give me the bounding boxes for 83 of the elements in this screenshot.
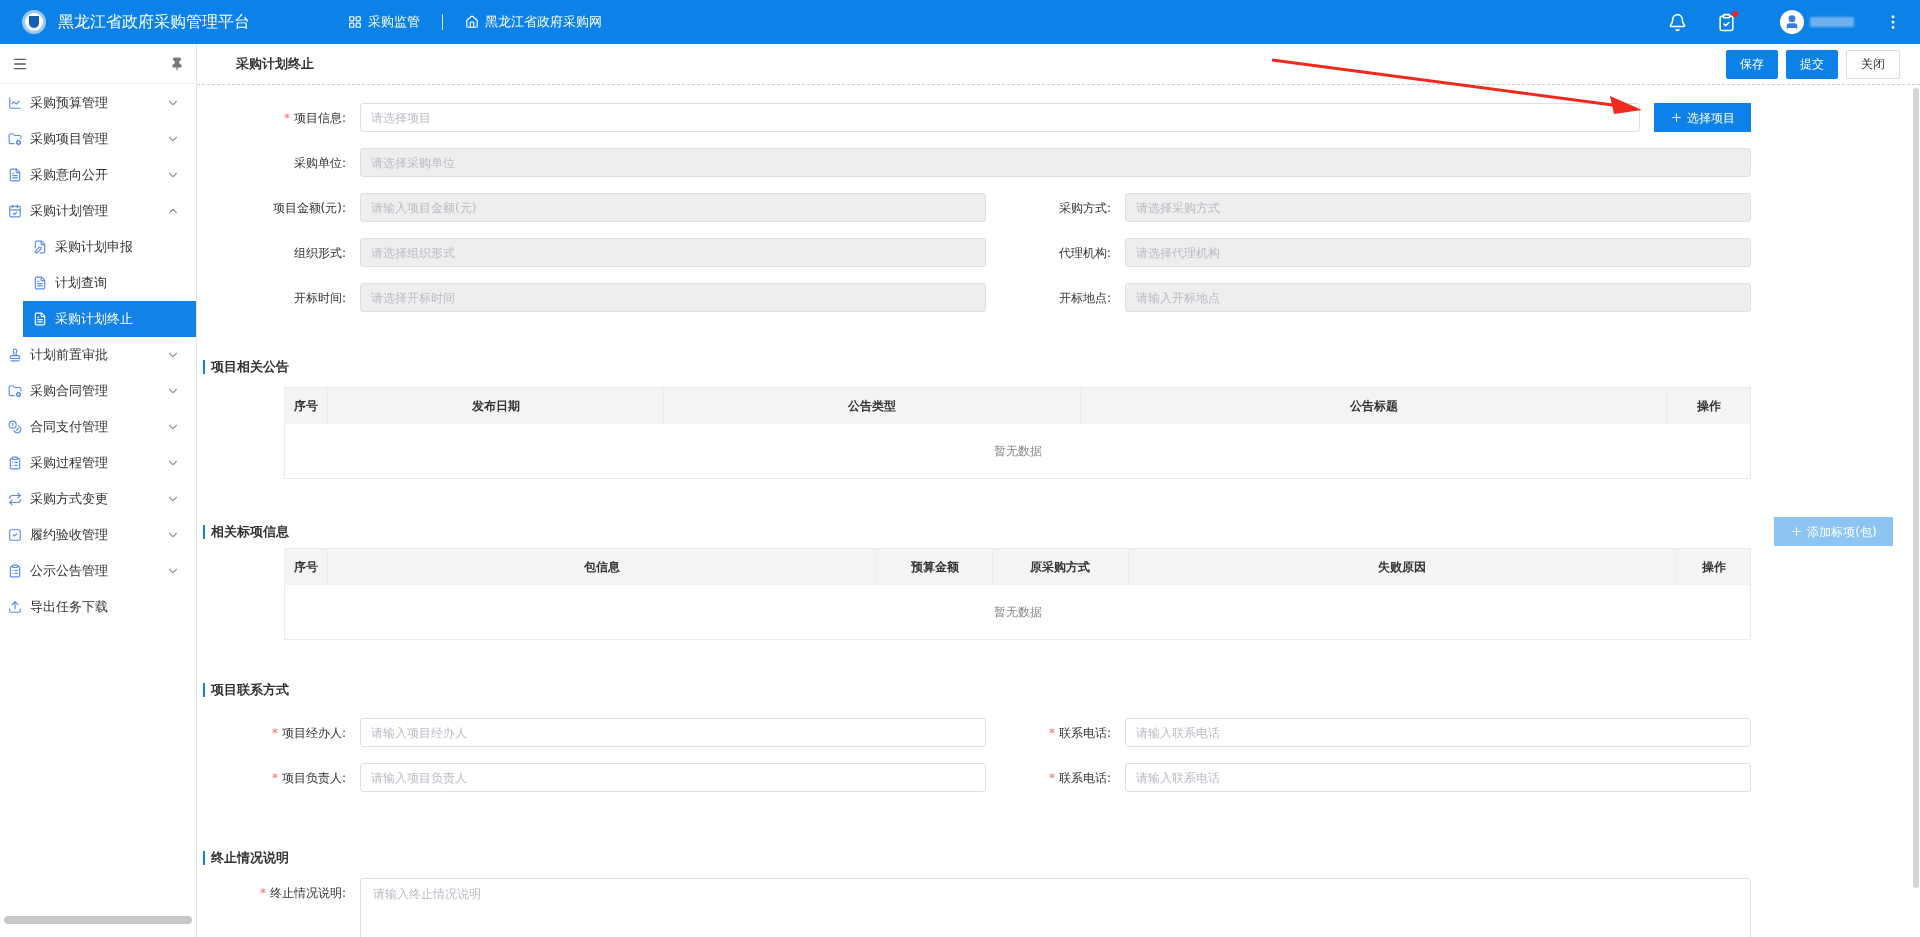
scrollbar[interactable] <box>4 916 192 924</box>
folder-icon <box>8 132 22 146</box>
grid-icon <box>348 15 362 29</box>
avatar-icon[interactable] <box>1780 10 1804 34</box>
task-icon[interactable] <box>1717 12 1736 32</box>
field-label: 开标时间: <box>293 289 346 307</box>
document-icon <box>33 276 47 290</box>
field-label: 项目负责人: <box>281 769 346 787</box>
section-title: 终止情况说明 <box>211 849 289 868</box>
section-title: 项目相关公告 <box>211 358 289 377</box>
sidebar-item[interactable]: 采购计划申报 <box>23 229 196 265</box>
field-label: 采购方式: <box>1058 199 1111 217</box>
input-field[interactable]: 请输入项目负责人 <box>360 763 986 792</box>
upload-icon <box>8 600 22 614</box>
pin-icon[interactable] <box>170 56 184 71</box>
action-button[interactable]: 保存 <box>1726 49 1778 79</box>
action-button[interactable]: 关闭 <box>1846 49 1900 79</box>
bell-icon[interactable] <box>1668 12 1687 32</box>
required-mark: * <box>271 724 278 742</box>
required-mark: * <box>259 885 266 902</box>
column-header: 操作 <box>1700 559 1727 576</box>
input-field[interactable]: 请选择项目 <box>360 103 1640 132</box>
field-label: 采购单位: <box>293 154 346 172</box>
required-mark: * <box>271 769 278 787</box>
select-project-button[interactable]: 选择项目 <box>1654 103 1751 132</box>
field-label: 项目金额(元): <box>272 199 346 217</box>
plus-icon <box>1670 111 1683 124</box>
sidebar-item[interactable]: 履约验收管理 <box>0 517 196 553</box>
edit-icon <box>33 240 47 254</box>
column-header: 操作 <box>1695 398 1722 415</box>
section-title: 相关标项信息 <box>211 522 289 541</box>
required-mark: * <box>1048 724 1055 742</box>
sidebar-item[interactable]: 采购过程管理 <box>0 445 196 481</box>
scrollbar[interactable] <box>1913 88 1919 888</box>
stamp-icon <box>8 348 22 362</box>
text-area[interactable]: 请输入终止情况说明 <box>360 878 1751 937</box>
nav-link[interactable]: 采购监管 <box>348 12 420 32</box>
sidebar-item[interactable]: 采购方式变更 <box>0 481 196 517</box>
document-icon <box>33 312 47 326</box>
swap-icon <box>8 492 22 506</box>
sidebar-item[interactable]: 采购项目管理 <box>0 121 196 157</box>
sidebar-item[interactable]: 采购计划管理 <box>0 193 196 229</box>
required-mark: * <box>283 109 290 127</box>
nav-link[interactable]: 黑龙江省政府采购网 <box>465 12 602 32</box>
section-title: 项目联系方式 <box>211 681 289 700</box>
field-label: 组织形式: <box>293 244 346 262</box>
plus-icon <box>1790 525 1804 538</box>
coins-icon <box>8 420 22 434</box>
folder-icon <box>8 384 22 398</box>
sidebar-item[interactable]: 采购合同管理 <box>0 373 196 409</box>
page-title: 采购计划终止 <box>236 55 314 74</box>
sidebar-item[interactable]: 公示公告管理 <box>0 553 196 589</box>
logo-icon <box>22 10 46 34</box>
sidebar-item[interactable]: 计划查询 <box>23 265 196 301</box>
sidebar-item[interactable]: 导出任务下载 <box>0 589 196 625</box>
app-title: 黑龙江省政府采购管理平台 <box>58 11 251 33</box>
clipboard-icon <box>8 564 22 578</box>
input-field[interactable]: 请输入联系电话 <box>1125 718 1751 747</box>
field-label: 联系电话: <box>1058 769 1111 787</box>
sidebar-item[interactable]: 计划前置审批 <box>0 337 196 373</box>
sidebar-item[interactable]: 采购意向公开 <box>0 157 196 193</box>
field-label: 联系电话: <box>1058 724 1111 742</box>
field-label: 项目信息: <box>293 109 346 127</box>
redacted-name <box>1810 17 1854 27</box>
field-label: 项目经办人: <box>281 724 346 742</box>
field-label: 代理机构: <box>1058 244 1111 262</box>
empty-message: 暂无数据 <box>993 604 1042 621</box>
chart-icon <box>8 96 22 110</box>
home-icon <box>465 15 479 29</box>
field-label: 终止情况说明: <box>269 885 346 902</box>
sidebar-item[interactable]: 采购计划终止 <box>23 301 196 337</box>
required-mark: * <box>1048 769 1055 787</box>
document-icon <box>8 168 22 182</box>
clipboard-icon <box>8 456 22 470</box>
input-field[interactable]: 请输入项目经办人 <box>360 718 986 747</box>
sidebar-item[interactable]: 合同支付管理 <box>0 409 196 445</box>
input-field[interactable]: 请输入联系电话 <box>1125 763 1751 792</box>
action-button[interactable]: 提交 <box>1786 49 1838 79</box>
calendar-icon <box>8 204 22 218</box>
sidebar-item[interactable]: 采购预算管理 <box>0 85 196 121</box>
checkbox-icon <box>8 528 22 542</box>
field-label: 开标地点: <box>1058 289 1111 307</box>
empty-message: 暂无数据 <box>993 443 1042 460</box>
